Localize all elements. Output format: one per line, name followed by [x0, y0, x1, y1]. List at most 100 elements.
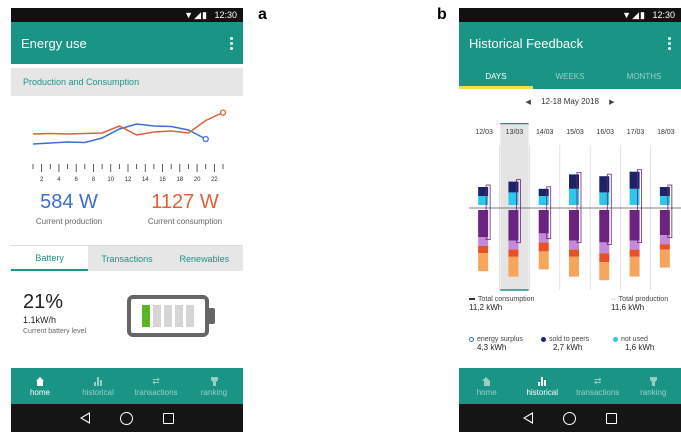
legend-total-production: ·· Total production 11,6 kWh: [611, 296, 668, 312]
bar-segment-consumption: [538, 210, 549, 234]
nav-home-label: home: [29, 387, 50, 397]
nav-ranking[interactable]: ranking: [185, 368, 243, 404]
tab-weeks[interactable]: WEEKS: [533, 63, 607, 89]
nav-ranking-label: ranking: [640, 387, 667, 397]
legend-energy-surplus-label: energy surplus: [477, 336, 523, 343]
nav-home[interactable]: home: [459, 368, 515, 404]
nav-transactions[interactable]: ⇄ transactions: [127, 368, 185, 404]
back-icon[interactable]: [523, 412, 533, 424]
bottom-navigation: home historical ⇄ transactions ranking: [459, 368, 681, 404]
date-selector: ◀ 12-18 May 2018 ▶: [459, 97, 681, 106]
status-time: 12:30: [214, 10, 237, 20]
recent-apps-icon[interactable]: [163, 412, 174, 424]
overflow-menu-icon[interactable]: [230, 36, 233, 50]
tab-renewables[interactable]: Renewables: [165, 246, 243, 271]
home-icon: [35, 376, 45, 386]
historical-bar-chart: 12/03 13/03 14/03 15/03 16/03 17/03 18/03: [469, 123, 681, 291]
x-tick-label: 14: [142, 177, 149, 183]
back-icon[interactable]: [80, 412, 90, 424]
trophy-icon: [649, 376, 658, 386]
prev-arrow-icon[interactable]: ◀: [525, 99, 530, 106]
next-arrow-icon[interactable]: ▶: [609, 99, 614, 106]
x-tick-label: 2: [40, 177, 44, 183]
battery-cell: [153, 305, 161, 327]
phone-b: ▼◢▮ 12:30 Historical Feedback DAYS WEEKS…: [459, 8, 681, 432]
x-tick-label: 22: [211, 177, 218, 183]
x-tick-label: 8: [92, 177, 96, 183]
wifi-signal-battery-icon: ▼◢▮: [184, 10, 208, 20]
tab-months[interactable]: MONTHS: [607, 63, 681, 89]
hollow-dot-icon: [469, 336, 474, 342]
nav-historical[interactable]: historical: [69, 368, 127, 404]
day-label: 13/03: [506, 129, 524, 136]
bar-segment-consumption: [599, 253, 610, 263]
tab-transactions[interactable]: Transactions: [88, 246, 166, 271]
consumption-label: Current consumption: [147, 217, 223, 226]
consumption-line: [32, 111, 224, 136]
bar-segment-consumption: [599, 262, 610, 281]
home-circle-icon[interactable]: [120, 411, 133, 425]
production-line-end-marker: [202, 135, 209, 143]
legend-not-used-label: not used: [621, 336, 648, 343]
tab-battery[interactable]: Battery: [11, 246, 89, 271]
period-tab-bar: DAYS WEEKS MONTHS: [459, 63, 681, 89]
system-nav-bar: [459, 404, 681, 432]
page-title: Historical Feedback: [469, 35, 584, 51]
bar-segment-not-used: [629, 188, 640, 205]
overflow-menu-icon[interactable]: [668, 36, 671, 50]
legend-total-consumption-value: 11,2 kWh: [469, 303, 503, 312]
battery-rate: 1.1kW/h: [23, 315, 57, 325]
production-label: Current production: [35, 217, 103, 226]
nav-ranking[interactable]: ranking: [626, 368, 681, 404]
bar-segment-consumption: [478, 253, 489, 272]
page-title: Energy use: [21, 35, 87, 51]
section-header: Production and Consumption: [11, 68, 243, 96]
tab-bar: Battery Transactions Renewables: [11, 245, 243, 271]
trophy-icon: [210, 376, 219, 386]
bar-chart-icon: [94, 376, 102, 386]
day-label: 12/03: [475, 129, 493, 136]
status-time: 12:30: [652, 10, 675, 20]
bar-segment-not-used: [538, 196, 549, 205]
x-tick-label: 12: [125, 177, 132, 183]
swap-arrows-icon: ⇄: [152, 375, 160, 386]
bar-segment-consumption: [659, 210, 670, 236]
bar-segment-sold: [478, 187, 489, 196]
x-tick-label: 6: [75, 177, 79, 183]
battery-cell: [164, 305, 172, 327]
x-tick-label: 10: [107, 177, 114, 183]
bar-segment-consumption: [659, 249, 670, 268]
day-label: 14/03: [536, 129, 554, 136]
nav-historical-label: historical: [82, 387, 114, 397]
bar-segment-consumption: [538, 251, 549, 270]
nav-ranking-label: ranking: [200, 387, 228, 397]
bar-segment-consumption: [478, 210, 489, 237]
bar-segment-consumption: [508, 240, 519, 250]
day-label: 18/03: [657, 129, 675, 136]
nav-transactions[interactable]: ⇄ transactions: [570, 368, 626, 404]
day-label: 17/03: [627, 129, 645, 136]
bar-segment-consumption: [629, 240, 640, 250]
legend-sold-to-peers: sold to peers 2,7 kWh: [541, 336, 589, 352]
day-label: 15/03: [566, 129, 584, 136]
battery-tip: [209, 308, 215, 324]
tab-days[interactable]: DAYS: [459, 63, 533, 89]
bar-segment-sold: [569, 174, 579, 189]
bar-segment-sold: [538, 188, 549, 196]
legend-total-production-label: Total production: [618, 296, 669, 303]
bar-segment-consumption: [569, 256, 579, 277]
bar-segment-not-used: [569, 188, 579, 205]
panel-label-a: a: [258, 6, 267, 23]
consumption-line-end-marker: [219, 109, 227, 116]
bar-chart-icon: [538, 376, 547, 386]
nav-historical[interactable]: historical: [515, 368, 571, 404]
home-circle-icon[interactable]: [563, 411, 576, 425]
recent-apps-icon[interactable]: [606, 412, 617, 424]
nav-home[interactable]: home: [11, 368, 69, 404]
wifi-signal-battery-icon: ▼◢▮: [622, 10, 646, 20]
legend-total-consumption-label: Total consumption: [478, 296, 535, 303]
swap-arrows-icon: ⇄: [593, 375, 602, 386]
battery-percent: 21%: [23, 291, 64, 313]
system-nav-bar: [11, 404, 243, 432]
bar-segment-consumption: [599, 242, 610, 254]
